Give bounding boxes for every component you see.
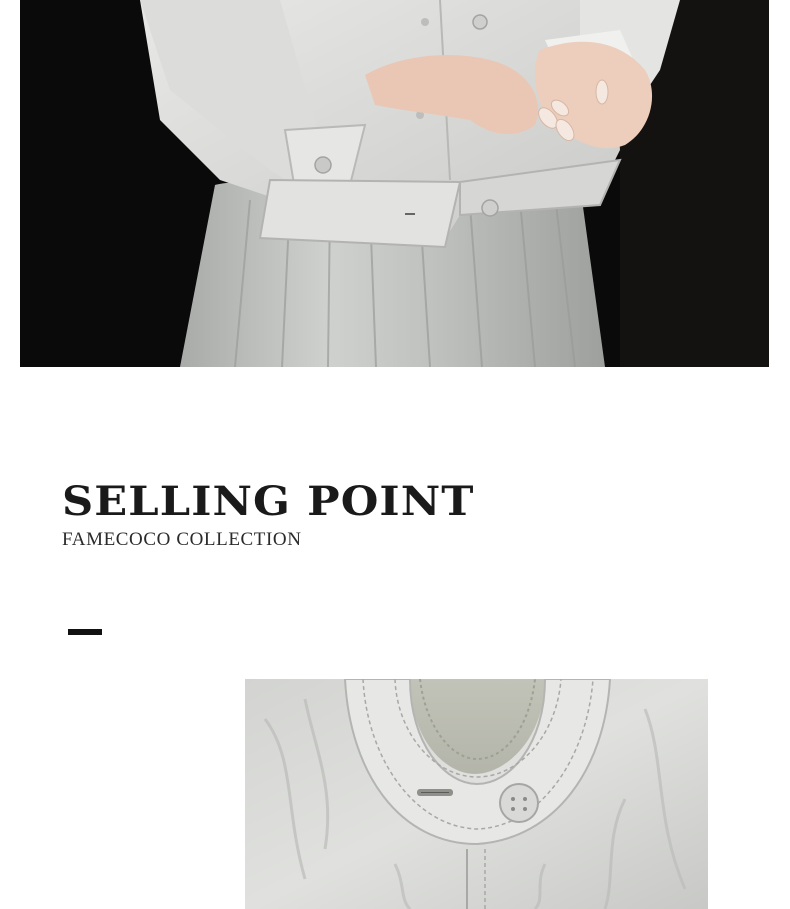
detail-product-photo <box>245 679 708 909</box>
detail-photo-illustration <box>245 679 708 909</box>
hero-product-photo <box>20 0 769 367</box>
selling-point-heading: SELLING POINT FAMECOCO COLLECTION <box>62 478 473 552</box>
section-title: SELLING POINT <box>62 478 475 525</box>
hero-photo-illustration <box>20 0 769 367</box>
section-subtitle: FAMECOCO COLLECTION <box>62 529 302 550</box>
accent-divider-bar <box>68 629 102 635</box>
